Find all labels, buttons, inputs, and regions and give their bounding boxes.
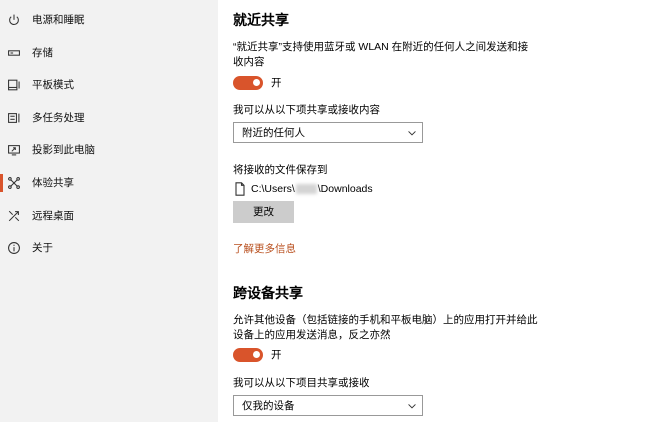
cross-device-sharing-toggle[interactable] [233,348,263,362]
sidebar-item-tablet-mode[interactable]: 平板模式 [0,69,218,101]
toggle-knob [252,79,260,86]
nearby-sharing-title: 就近共享 [233,12,289,28]
nearby-sharing-toggle-row: 开 [233,76,282,90]
sidebar-item-label: 存储 [32,46,53,59]
toggle-knob [252,351,260,358]
dropdown-selected-value: 仅我的设备 [242,399,295,412]
sidebar-item-storage[interactable]: 存储 [0,37,218,69]
sidebar-item-label: 多任务处理 [32,111,85,124]
sidebar-item-projecting[interactable]: 投影到此电脑 [0,134,218,166]
sidebar-item-label: 体验共享 [32,177,74,189]
sidebar-item-label: 电源和睡眠 [32,14,85,26]
selected-indicator [0,174,3,192]
path-suffix: \Downloads [317,183,373,195]
cross-device-toggle-row: 开 [233,348,282,362]
about-icon [7,241,21,255]
main-content: 就近共享 “就近共享”支持使用蓝牙或 WLAN 在附近的任何人之间发送和接收内容… [218,0,645,422]
save-location-label: 将接收的文件保存到 [233,164,328,176]
cross-device-share-with-label: 我可以从以下项目共享或接收 [233,377,370,389]
sidebar-item-label: 远程桌面 [32,209,74,222]
change-location-button[interactable]: 更改 [233,201,294,223]
sidebar-item-power-sleep[interactable]: 电源和睡眠 [0,4,218,36]
sidebar-item-about[interactable]: 关于 [0,232,218,264]
multitasking-icon [7,111,21,125]
sidebar-item-multitasking[interactable]: 多任务处理 [0,102,218,134]
nearby-sharing-toggle-label: 开 [271,77,282,89]
nearby-share-with-label: 我可以从以下项共享或接收内容 [233,104,380,116]
power-icon [7,13,21,27]
cross-device-toggle-label: 开 [271,349,282,361]
sidebar-item-label: 投影到此电脑 [32,144,95,157]
sidebar-item-label: 平板模式 [32,79,74,92]
sidebar-item-label: 关于 [32,242,53,255]
nearby-sharing-description: “就近共享”支持使用蓝牙或 WLAN 在附近的任何人之间发送和接收内容 [233,41,529,68]
chevron-down-icon [407,401,417,411]
nearby-share-with-dropdown[interactable]: 附近的任何人 [233,122,423,143]
sidebar: 电源和睡眠 存储 平板模式 多任务处理 投影到此电脑 体验共享 远程桌面 关于 [0,0,218,422]
tablet-mode-icon [7,78,21,92]
shared-experiences-icon [7,176,21,190]
projecting-icon [7,143,21,157]
learn-more-link[interactable]: 了解更多信息 [233,242,296,256]
path-prefix: C:\Users\ [251,183,295,195]
sidebar-item-shared-experiences[interactable]: 体验共享 [0,167,218,199]
remote-desktop-icon [7,209,21,223]
chevron-down-icon [407,128,417,138]
file-icon [235,182,245,196]
nearby-sharing-toggle[interactable] [233,76,263,90]
redacted-username [295,184,317,194]
cross-device-sharing-description: 允许其他设备（包括链接的手机和平板电脑）上的应用打开并给此设备上的应用发送消息，… [233,314,538,341]
storage-icon [7,46,21,60]
dropdown-selected-value: 附近的任何人 [242,126,305,139]
save-location-path: C:\Users\ \Downloads [233,182,373,196]
cross-device-share-with-dropdown[interactable]: 仅我的设备 [233,395,423,416]
sidebar-item-remote-desktop[interactable]: 远程桌面 [0,200,218,232]
cross-device-sharing-title: 跨设备共享 [233,285,303,301]
